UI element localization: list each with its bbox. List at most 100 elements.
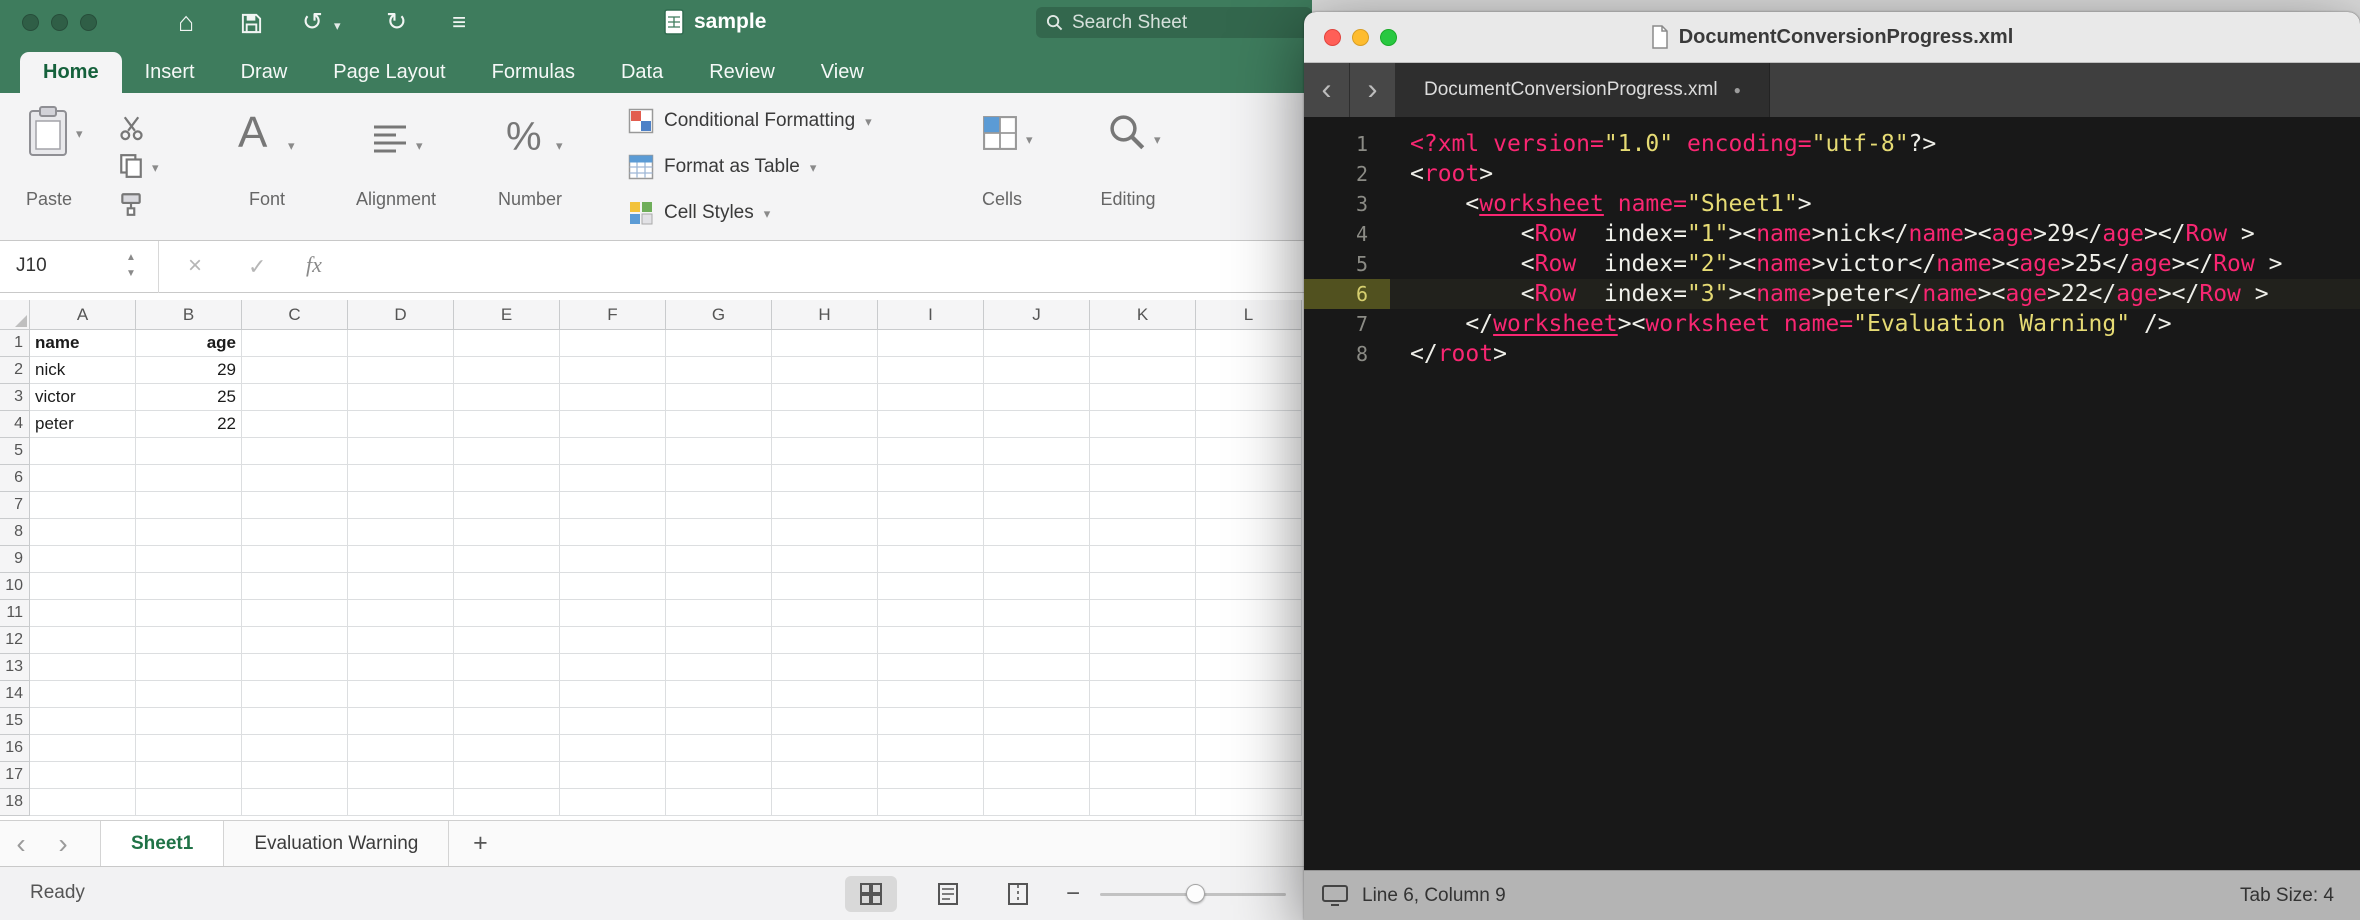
cell-G18[interactable]	[666, 789, 772, 816]
cell-I3[interactable]	[878, 384, 984, 411]
sheet-tab-sheet1[interactable]: Sheet1	[100, 821, 224, 866]
cell-G6[interactable]	[666, 465, 772, 492]
number-caret-icon[interactable]: ▾	[556, 139, 563, 152]
cell-L3[interactable]	[1196, 384, 1302, 411]
cell-G11[interactable]	[666, 600, 772, 627]
alignment-button[interactable]	[372, 123, 408, 160]
cell-J16[interactable]	[984, 735, 1090, 762]
cell-A2[interactable]: nick	[30, 357, 136, 384]
cell-I6[interactable]	[878, 465, 984, 492]
code-line-8[interactable]: 8</root>	[1304, 339, 2360, 369]
save-icon[interactable]	[240, 12, 263, 39]
cell-I5[interactable]	[878, 438, 984, 465]
cell-G3[interactable]	[666, 384, 772, 411]
alignment-caret-icon[interactable]: ▾	[416, 139, 423, 152]
code-line-5[interactable]: 5 <Row index="2"><name>victor</name><age…	[1304, 249, 2360, 279]
formula-input[interactable]	[360, 241, 1312, 293]
cell-K3[interactable]	[1090, 384, 1196, 411]
cell-K4[interactable]	[1090, 411, 1196, 438]
cell-H2[interactable]	[772, 357, 878, 384]
cell-D5[interactable]	[348, 438, 454, 465]
cell-C10[interactable]	[242, 573, 348, 600]
cell-I10[interactable]	[878, 573, 984, 600]
sheet-tab-evaluation-warning[interactable]: Evaluation Warning	[224, 821, 449, 866]
cell-C1[interactable]	[242, 330, 348, 357]
cell-E10[interactable]	[454, 573, 560, 600]
cell-I2[interactable]	[878, 357, 984, 384]
cell-K5[interactable]	[1090, 438, 1196, 465]
cell-L7[interactable]	[1196, 492, 1302, 519]
cell-D10[interactable]	[348, 573, 454, 600]
line-number-6[interactable]: 6	[1304, 279, 1390, 309]
cell-H15[interactable]	[772, 708, 878, 735]
cell-A18[interactable]	[30, 789, 136, 816]
cell-J7[interactable]	[984, 492, 1090, 519]
cell-I4[interactable]	[878, 411, 984, 438]
cell-B4[interactable]: 22	[136, 411, 242, 438]
cell-A5[interactable]	[30, 438, 136, 465]
cell-L18[interactable]	[1196, 789, 1302, 816]
line-number-4[interactable]: 4	[1304, 219, 1390, 249]
name-box[interactable]: J10	[16, 255, 47, 277]
column-header-I[interactable]: I	[878, 300, 984, 330]
cell-I12[interactable]	[878, 627, 984, 654]
cell-J9[interactable]	[984, 546, 1090, 573]
cell-B1[interactable]: age	[136, 330, 242, 357]
cell-F16[interactable]	[560, 735, 666, 762]
cell-K6[interactable]	[1090, 465, 1196, 492]
cell-J6[interactable]	[984, 465, 1090, 492]
cancel-icon[interactable]: ×	[188, 252, 202, 280]
row-header-7[interactable]: 7	[0, 492, 30, 519]
cell-B3[interactable]: 25	[136, 384, 242, 411]
cell-B13[interactable]	[136, 654, 242, 681]
row-header-4[interactable]: 4	[0, 411, 30, 438]
cell-F5[interactable]	[560, 438, 666, 465]
column-header-G[interactable]: G	[666, 300, 772, 330]
cell-K1[interactable]	[1090, 330, 1196, 357]
line-number-5[interactable]: 5	[1304, 249, 1390, 279]
cell-F17[interactable]	[560, 762, 666, 789]
cells-button[interactable]	[982, 115, 1018, 156]
row-header-12[interactable]: 12	[0, 627, 30, 654]
cell-B6[interactable]	[136, 465, 242, 492]
cell-A16[interactable]	[30, 735, 136, 762]
cell-F9[interactable]	[560, 546, 666, 573]
format-painter-button[interactable]	[118, 191, 144, 222]
cell-H4[interactable]	[772, 411, 878, 438]
code-line-1[interactable]: 1<?xml version="1.0" encoding="utf-8"?>	[1304, 129, 2360, 159]
cell-H8[interactable]	[772, 519, 878, 546]
cell-F12[interactable]	[560, 627, 666, 654]
cell-C11[interactable]	[242, 600, 348, 627]
cell-J2[interactable]	[984, 357, 1090, 384]
confirm-icon[interactable]: ✓	[248, 254, 266, 280]
cell-F3[interactable]	[560, 384, 666, 411]
column-header-A[interactable]: A	[30, 300, 136, 330]
cell-D13[interactable]	[348, 654, 454, 681]
cell-L17[interactable]	[1196, 762, 1302, 789]
ribbon-tab-view[interactable]: View	[798, 52, 887, 93]
code-text-1[interactable]: <?xml version="1.0" encoding="utf-8"?>	[1390, 129, 1936, 159]
cell-E12[interactable]	[454, 627, 560, 654]
cell-D14[interactable]	[348, 681, 454, 708]
cell-C6[interactable]	[242, 465, 348, 492]
row-header-9[interactable]: 9	[0, 546, 30, 573]
cell-G12[interactable]	[666, 627, 772, 654]
row-header-13[interactable]: 13	[0, 654, 30, 681]
cell-F8[interactable]	[560, 519, 666, 546]
cell-C18[interactable]	[242, 789, 348, 816]
line-number-2[interactable]: 2	[1304, 159, 1390, 189]
cell-E3[interactable]	[454, 384, 560, 411]
cell-F4[interactable]	[560, 411, 666, 438]
cell-G7[interactable]	[666, 492, 772, 519]
cell-I17[interactable]	[878, 762, 984, 789]
cell-H11[interactable]	[772, 600, 878, 627]
column-header-L[interactable]: L	[1196, 300, 1302, 330]
cell-I9[interactable]	[878, 546, 984, 573]
line-number-3[interactable]: 3	[1304, 189, 1390, 219]
undo-caret-icon[interactable]: ▾	[334, 18, 341, 34]
row-header-3[interactable]: 3	[0, 384, 30, 411]
line-number-1[interactable]: 1	[1304, 129, 1390, 159]
forward-icon[interactable]: ›	[1350, 63, 1396, 117]
back-icon[interactable]: ‹	[1304, 63, 1350, 117]
line-number-8[interactable]: 8	[1304, 339, 1390, 369]
